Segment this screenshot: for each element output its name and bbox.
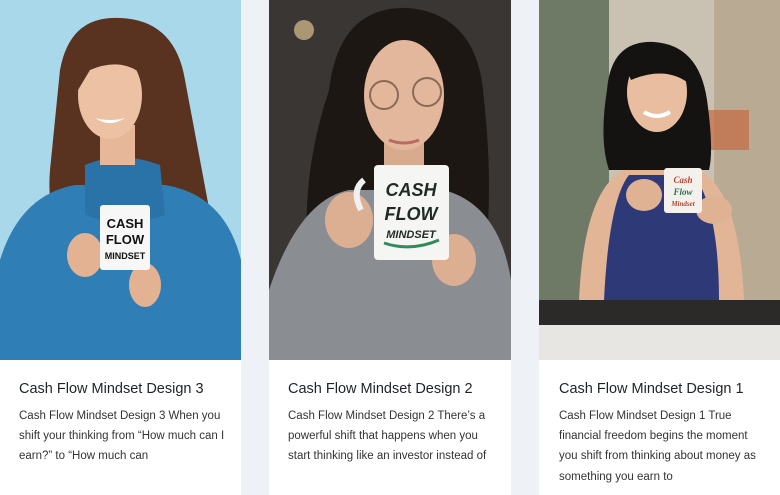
post-title[interactable]: Cash Flow Mindset Design 1 xyxy=(559,380,770,398)
post-image[interactable]: CASH FLOW MINDSET xyxy=(269,0,511,360)
post-card[interactable]: Cash Flow Mindset Cash Flow Mindset Desi… xyxy=(539,0,780,495)
mug-text: CASH xyxy=(107,216,144,231)
svg-text:CASH: CASH xyxy=(385,180,437,200)
post-card[interactable]: CASH FLOW MINDSET Cash Flow Mindset Desi… xyxy=(269,0,511,495)
post-title[interactable]: Cash Flow Mindset Design 2 xyxy=(288,380,501,398)
post-image[interactable]: CASH FLOW MINDSET xyxy=(0,0,241,360)
svg-text:MINDSET: MINDSET xyxy=(386,229,437,241)
svg-text:Cash: Cash xyxy=(673,175,692,185)
svg-text:Flow: Flow xyxy=(672,187,693,197)
svg-text:FLOW: FLOW xyxy=(385,204,440,224)
post-excerpt: Cash Flow Mindset Design 1 True financia… xyxy=(559,410,756,483)
svg-text:Mindset: Mindset xyxy=(670,200,695,208)
post-excerpt: Cash Flow Mindset Design 3 When you shif… xyxy=(19,410,225,463)
post-excerpt: Cash Flow Mindset Design 2 There’s a pow… xyxy=(288,410,487,463)
post-image[interactable]: Cash Flow Mindset xyxy=(539,0,780,360)
post-title[interactable]: Cash Flow Mindset Design 3 xyxy=(19,380,231,398)
svg-text:FLOW: FLOW xyxy=(106,232,145,247)
svg-text:MINDSET: MINDSET xyxy=(105,251,146,261)
post-card[interactable]: CASH FLOW MINDSET Cash Flow Mindset Desi… xyxy=(0,0,241,495)
